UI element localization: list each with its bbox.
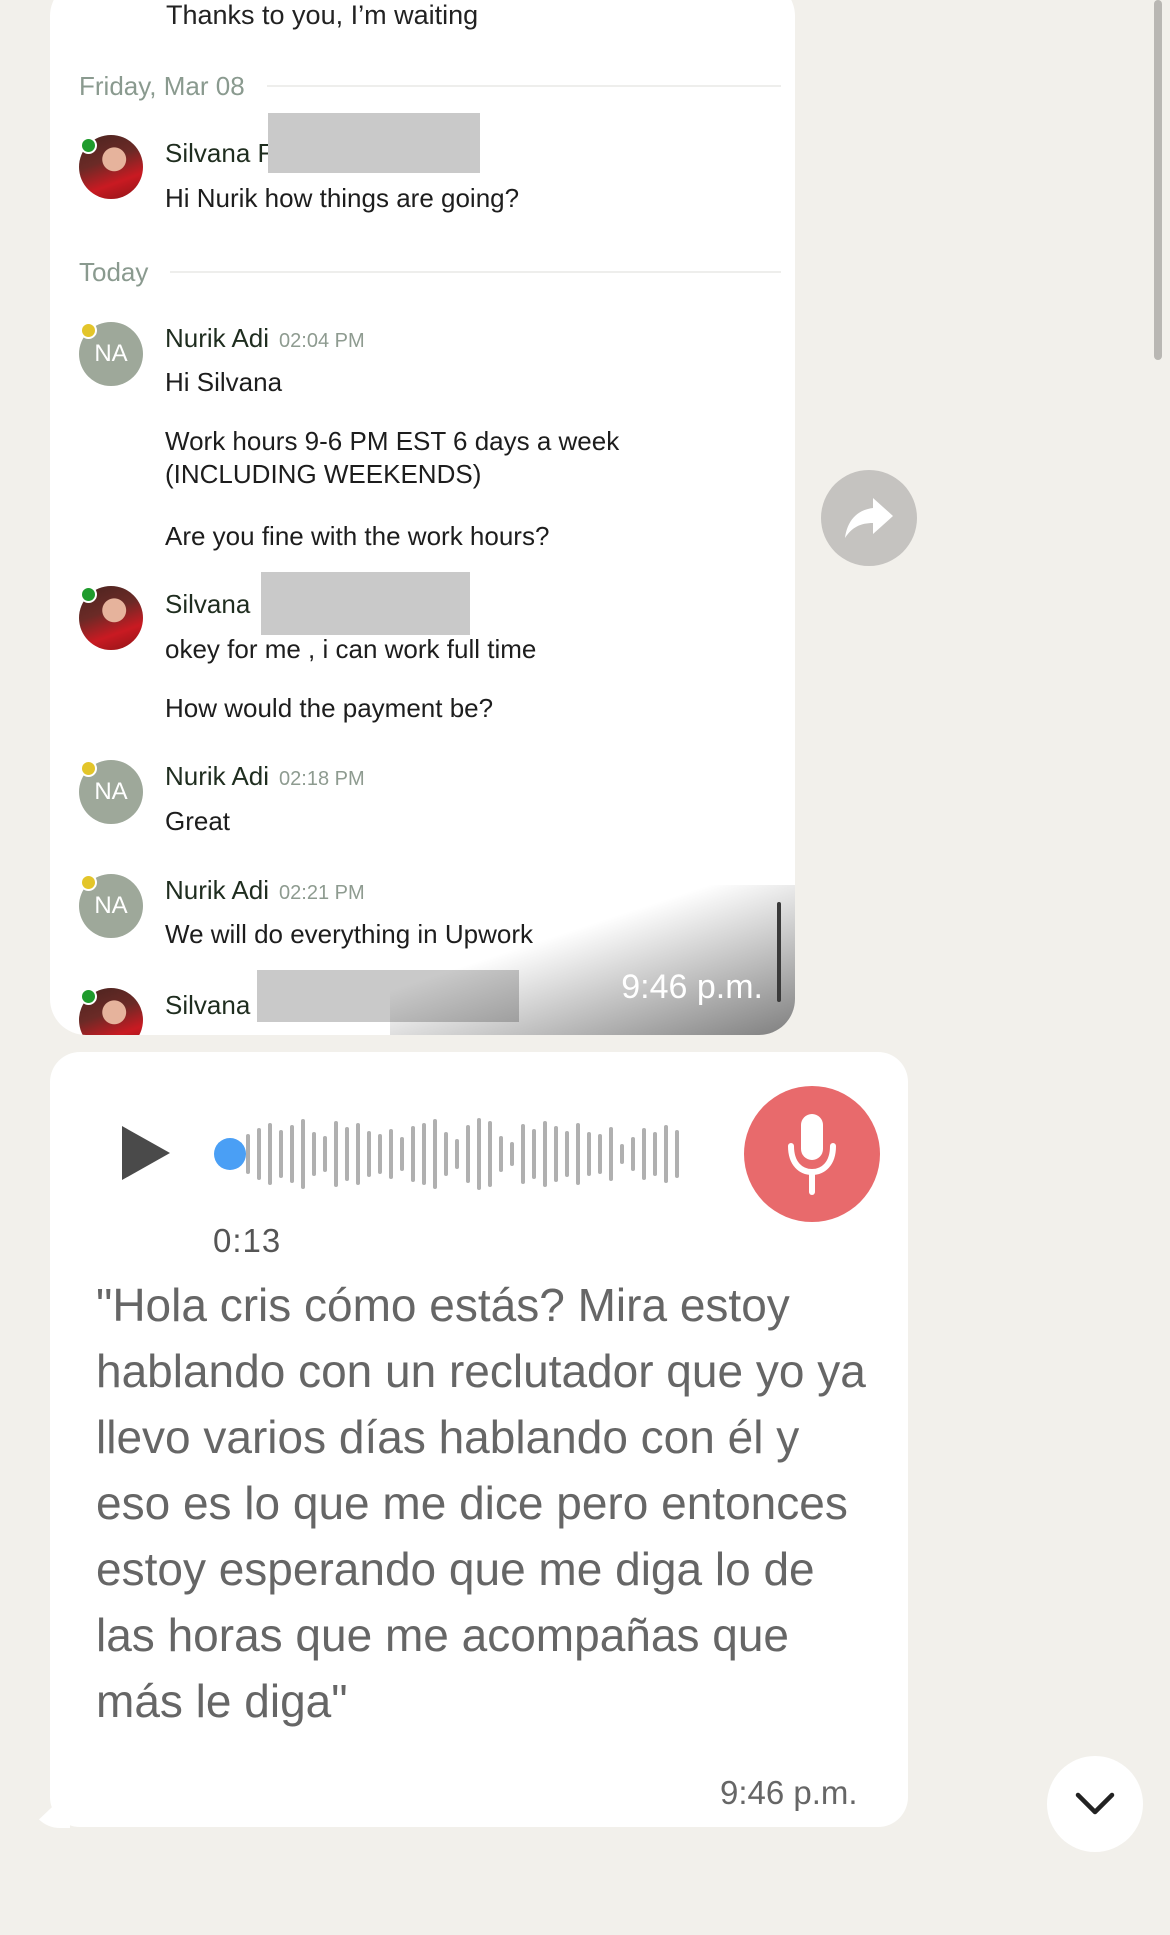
waveform-bar [642,1128,646,1180]
waveform-bars [246,1118,679,1190]
waveform-bar [488,1121,492,1187]
playback-position-handle[interactable] [214,1138,246,1170]
waveform-bar [675,1130,679,1178]
sender-name: Nurik Adi 02:21 PM [165,875,365,906]
waveform-bar [378,1134,382,1174]
avatar-initials: NA [94,340,128,367]
microphone-icon [788,1114,836,1195]
message-timestamp: 9:46 p.m. [720,1774,858,1811]
sender-name: Silvana [165,589,251,619]
image-message-bubble[interactable]: Thanks to you, I’m waiting Friday, Mar 0… [50,0,795,1035]
away-status-dot [80,322,97,339]
waveform-bar [653,1132,657,1176]
waveform-bar [521,1124,525,1184]
waveform-bar [510,1142,514,1166]
forward-icon [845,498,893,538]
scroll-to-bottom-button[interactable] [1047,1756,1143,1852]
waveform-bar [246,1134,250,1174]
waveform-bar [598,1134,602,1174]
away-status-dot [80,874,97,891]
avatar-initials: NA [94,892,128,919]
waveform-bar [499,1136,503,1172]
redacted-block [261,572,470,635]
message-time: 02:04 PM [279,330,365,352]
sender-name: Silvana F [165,138,274,168]
waveform-bar [631,1137,635,1171]
voice-transcript: "Hola cris cómo estás? Mira estoy hablan… [96,1279,866,1727]
message-text: Hi Nurik how things are going? [165,183,520,213]
avatar-initials: NA [94,778,128,805]
message-time: 02:18 PM [279,768,365,790]
play-button[interactable] [118,1122,174,1184]
sender-name: Silvana [165,990,251,1020]
screenshot-scrollbar [777,902,781,1002]
sender-name-text: Nurik Adi [165,761,270,791]
scrollbar[interactable] [1154,0,1162,360]
waveform-bar [334,1121,338,1187]
message-text: okey for me , i can work full time [165,634,537,664]
online-status-dot [80,586,97,603]
waveform-bar [444,1132,448,1176]
waveform-bar [433,1119,437,1189]
play-icon [122,1126,170,1180]
sender-name-text: Nurik Adi [165,323,270,353]
waveform-bar [345,1127,349,1181]
waveform-bar [279,1130,283,1178]
image-timestamp: 9:46 p.m. [621,968,763,1006]
chat-screenshot: Thanks to you, I’m waiting Friday, Mar 0… [50,0,795,1035]
away-status-dot [80,760,97,777]
message-text: Are you fine with the work hours? [165,521,550,551]
waveform-bar [367,1131,371,1177]
forward-button[interactable] [821,470,917,566]
date-label: Friday, Mar 08 [79,70,245,101]
audio-duration: 0:13 [213,1222,282,1259]
waveform-bar [455,1139,459,1169]
message-text: Thanks to you, I’m waiting [166,0,479,30]
waveform-bar [290,1125,294,1183]
waveform-bar [477,1118,481,1190]
waveform-bar [543,1121,547,1187]
waveform-bar [301,1119,305,1189]
date-label: Today [79,256,149,287]
message-text: Hi Silvana [165,367,283,397]
waveform-bar [565,1131,569,1177]
message-time: 02:21 PM [279,882,365,904]
waveform-bar [466,1125,470,1183]
audio-waveform[interactable] [210,1112,690,1196]
transcribe-mic-button[interactable] [744,1086,880,1222]
redacted-block [268,113,480,173]
sender-name-text: Nurik Adi [165,875,270,905]
waveform-bar [620,1144,624,1164]
date-separator: Today [79,255,781,289]
waveform-bar [422,1123,426,1185]
date-separator: Friday, Mar 08 [79,69,781,103]
online-status-dot [80,137,97,154]
waveform-bar [532,1129,536,1179]
message-text: Great [165,806,231,836]
waveform-bar [389,1129,393,1179]
sender-name: Nurik Adi 02:18 PM [165,761,365,792]
waveform-bar [576,1123,580,1185]
waveform-bar [312,1132,316,1176]
image-overlay-gradient [390,885,795,1035]
online-status-dot [80,988,97,1005]
waveform-bar [257,1128,261,1180]
waveform-bar [664,1125,668,1183]
waveform-bar [323,1136,327,1172]
waveform-bar [554,1126,558,1182]
waveform-bar [587,1132,591,1176]
message-text: Work hours 9-6 PM EST 6 days a week (INC… [165,426,620,489]
waveform-bar [356,1123,360,1185]
sender-name: Nurik Adi 02:04 PM [165,323,365,354]
waveform-bar [609,1127,613,1181]
waveform-bar [400,1137,404,1171]
waveform-bar [411,1126,415,1182]
message-text: How would the payment be? [165,693,494,723]
chevron-down-icon [1075,1792,1115,1815]
waveform-bar [268,1123,272,1185]
